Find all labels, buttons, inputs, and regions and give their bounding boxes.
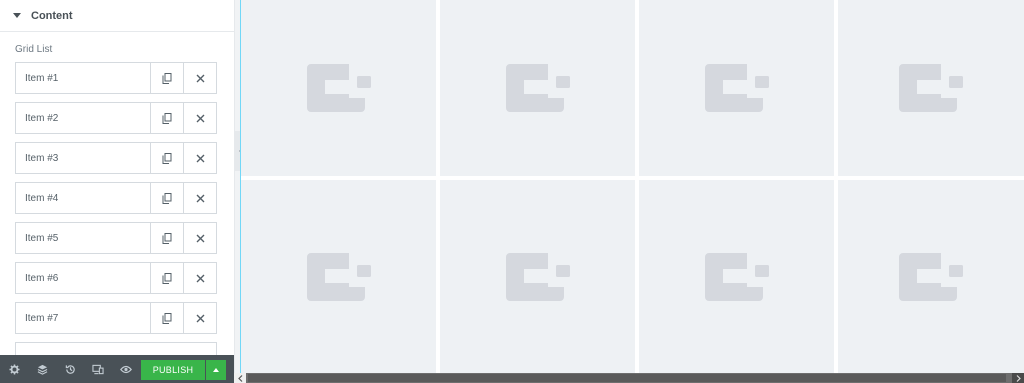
grid-list-label: Grid List — [15, 44, 53, 55]
horizontal-scrollbar[interactable] — [234, 373, 1024, 383]
remove-icon[interactable] — [183, 143, 216, 173]
content-section-toggle[interactable]: Content — [0, 0, 234, 32]
repeater-item-title[interactable]: Item #3 — [16, 143, 150, 173]
repeater-item-title[interactable]: Item #4 — [16, 183, 150, 213]
duplicate-icon[interactable] — [150, 223, 183, 253]
grid-list-repeater: Item #1 Item #2 Item #3 Item #4 Item #5 … — [15, 62, 217, 382]
repeater-item: Item #3 — [15, 142, 217, 174]
eye-icon[interactable] — [112, 355, 140, 383]
duplicate-icon[interactable] — [150, 143, 183, 173]
duplicate-icon[interactable] — [150, 303, 183, 333]
placeholder-logo-icon — [306, 64, 371, 112]
placeholder-logo-icon — [899, 64, 963, 112]
placeholder-logo-icon — [505, 252, 570, 301]
repeater-item: Item #7 — [15, 302, 217, 334]
grid-tile[interactable] — [838, 0, 1024, 176]
placeholder-logo-icon — [704, 252, 769, 301]
remove-icon[interactable] — [183, 263, 216, 293]
repeater-item: Item #6 — [15, 262, 217, 294]
grid-tile[interactable] — [440, 180, 635, 373]
repeater-item-title[interactable]: Item #6 — [16, 263, 150, 293]
responsive-icon[interactable] — [84, 355, 112, 383]
grid-tile[interactable] — [639, 180, 834, 373]
remove-icon[interactable] — [183, 63, 216, 93]
placeholder-logo-icon — [505, 64, 570, 112]
remove-icon[interactable] — [183, 303, 216, 333]
scroll-right-icon[interactable] — [1012, 373, 1024, 383]
repeater-item-title[interactable]: Item #7 — [16, 303, 150, 333]
scroll-left-icon[interactable] — [234, 373, 246, 383]
duplicate-icon[interactable] — [150, 183, 183, 213]
publish-options-button[interactable] — [206, 360, 226, 380]
duplicate-icon[interactable] — [150, 103, 183, 133]
repeater-item: Item #1 — [15, 62, 217, 94]
duplicate-icon[interactable] — [150, 63, 183, 93]
caret-down-icon — [13, 13, 21, 18]
repeater-item: Item #5 — [15, 222, 217, 254]
grid-tile[interactable] — [241, 180, 436, 373]
grid-tile[interactable] — [241, 0, 436, 176]
scrollbar-thumb[interactable] — [248, 374, 1006, 382]
editor-panel: Content Grid List Item #1 Item #2 Item #… — [0, 0, 234, 383]
section-title: Content — [31, 9, 73, 22]
remove-icon[interactable] — [183, 223, 216, 253]
layers-icon[interactable] — [28, 355, 56, 383]
placeholder-logo-icon — [306, 252, 371, 301]
caret-up-icon — [213, 368, 219, 372]
remove-icon[interactable] — [183, 103, 216, 133]
repeater-item-title[interactable]: Item #2 — [16, 103, 150, 133]
grid-tile[interactable] — [639, 0, 834, 176]
repeater-item: Item #4 — [15, 182, 217, 214]
grid-tile[interactable] — [838, 180, 1024, 373]
duplicate-icon[interactable] — [150, 263, 183, 293]
publish-button[interactable]: PUBLISH — [141, 360, 205, 380]
history-icon[interactable] — [56, 355, 84, 383]
placeholder-logo-icon — [704, 64, 769, 112]
repeater-item-title[interactable]: Item #1 — [16, 63, 150, 93]
grid-tile[interactable] — [440, 0, 635, 176]
remove-icon[interactable] — [183, 183, 216, 213]
gear-icon[interactable] — [0, 355, 28, 383]
repeater-item: Item #2 — [15, 102, 217, 134]
image-grid — [241, 0, 1024, 373]
repeater-item-title[interactable]: Item #5 — [16, 223, 150, 253]
placeholder-logo-icon — [899, 252, 963, 301]
editor: Content Grid List Item #1 Item #2 Item #… — [0, 0, 1024, 383]
preview-canvas — [241, 0, 1024, 373]
